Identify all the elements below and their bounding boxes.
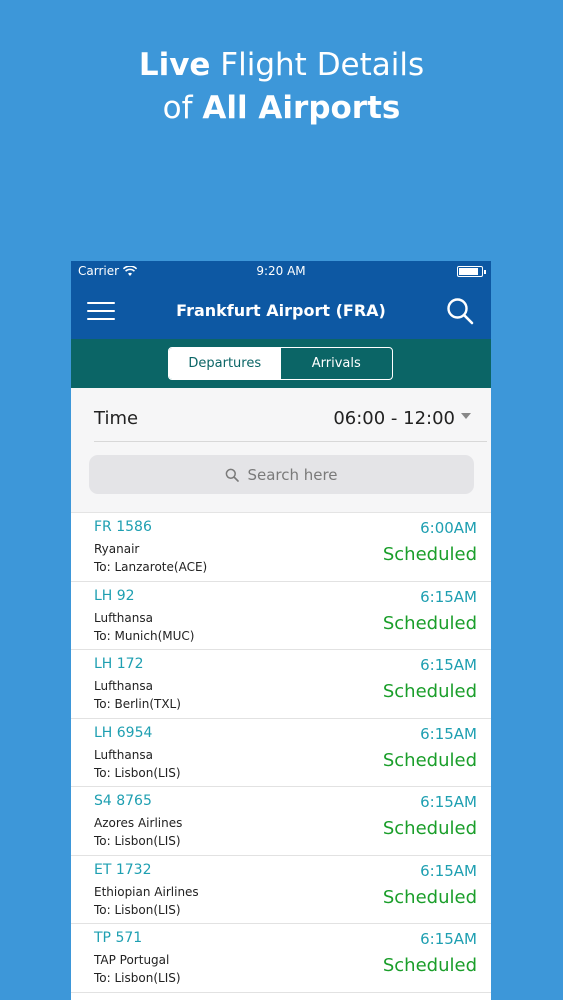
flight-time: 6:15AM [420,793,477,811]
promo-line-2: of All Airports [0,87,563,130]
flight-row[interactable]: TP 571 TAP Portugal To: Lisbon(LIS) 6:15… [71,924,491,993]
search-placeholder: Search here [247,465,338,484]
departures-arrivals-toggle: Departures Arrivals [168,347,393,380]
flight-status: Scheduled [382,681,477,702]
flight-status: Scheduled [382,544,477,565]
tab-bar: Departures Arrivals [71,339,491,388]
phone-screen: Carrier 9:20 AM Frankfurt Airport (FRA) … [71,261,491,1000]
airline-name: Ryanair [94,542,140,556]
promo-of: of [162,90,193,126]
flight-status: Scheduled [382,818,477,839]
airline-name: Lufthansa [94,747,153,762]
flight-status: Scheduled [382,612,477,634]
battery-icon [457,266,486,277]
flight-time: 6:15AM [420,656,477,674]
flight-number: LH 172 [94,656,144,672]
search-icon [226,468,240,482]
flight-number: TP 571 [94,930,143,946]
flight-number: LH 6954 [94,724,153,741]
flight-destination: To: Lisbon(LIS) [94,971,181,985]
flight-destination: To: Lisbon(LIS) [94,834,181,848]
promo-live: Live [138,47,211,83]
tab-departures[interactable]: Departures [169,348,281,379]
flight-destination: To: Lanzarote(ACE) [94,560,208,574]
flight-row[interactable]: S4 8765 Azores Airlines To: Lisbon(LIS) … [71,787,491,856]
flight-row[interactable]: LH 6954 Lufthansa To: Lisbon(LIS) 6:15AM… [71,719,491,787]
status-bar: Carrier 9:20 AM [71,261,491,283]
flight-row[interactable]: LH 172 Lufthansa To: Berlin(TXL) 6:15AM … [71,650,491,719]
flight-number: LH 92 [94,587,135,604]
divider [94,441,487,442]
flight-destination: To: Munich(MUC) [94,628,195,643]
time-filter-label: Time [94,408,139,429]
airline-name: Lufthansa [94,679,153,693]
flight-time: 6:15AM [420,930,477,948]
time-range-select[interactable]: 06:00 - 12:00 [333,408,455,429]
promo-all-airports: All Airports [202,90,401,126]
flight-destination: To: Berlin(TXL) [94,697,181,711]
flight-status: Scheduled [382,749,477,771]
tab-arrivals[interactable]: Arrivals [281,348,393,379]
promo-flight-details: Flight Details [220,47,425,83]
flight-row[interactable]: LH 92 Lufthansa To: Munich(MUC) 6:15AM S… [71,582,491,650]
flight-time: 6:15AM [420,587,477,606]
promo-line-1: Live Flight Details [0,44,563,87]
navigation-bar: Frankfurt Airport (FRA) [71,283,491,339]
flight-list: FR 1586 Ryanair To: Lanzarote(ACE) 6:00A… [71,512,491,993]
filter-panel: Time 06:00 - 12:00 Search here [71,388,491,512]
flight-row[interactable]: FR 1586 Ryanair To: Lanzarote(ACE) 6:00A… [71,513,491,582]
flight-time: 6:15AM [420,861,477,880]
flight-time: 6:00AM [420,519,477,537]
promo-headline: Live Flight Details of All Airports [0,44,563,130]
flight-time: 6:15AM [420,724,477,743]
flight-number: S4 8765 [94,793,152,809]
search-icon[interactable] [445,296,475,326]
flight-row[interactable]: ET 1732 Ethiopian Airlines To: Lisbon(LI… [71,856,491,924]
flight-number: FR 1586 [94,519,152,535]
page-title: Frankfurt Airport (FRA) [176,301,386,320]
airline-name: Lufthansa [94,610,153,625]
search-input[interactable]: Search here [89,455,474,494]
flight-destination: To: Lisbon(LIS) [94,765,181,780]
caret-down-icon[interactable] [461,413,471,419]
airline-name: TAP Portugal [94,953,170,967]
status-time: 9:20 AM [256,264,306,278]
flight-destination: To: Lisbon(LIS) [94,902,181,917]
flight-status: Scheduled [382,886,477,908]
flight-status: Scheduled [382,955,477,976]
flight-number: ET 1732 [94,861,152,878]
airline-name: Ethiopian Airlines [94,884,199,899]
airline-name: Azores Airlines [94,816,183,830]
